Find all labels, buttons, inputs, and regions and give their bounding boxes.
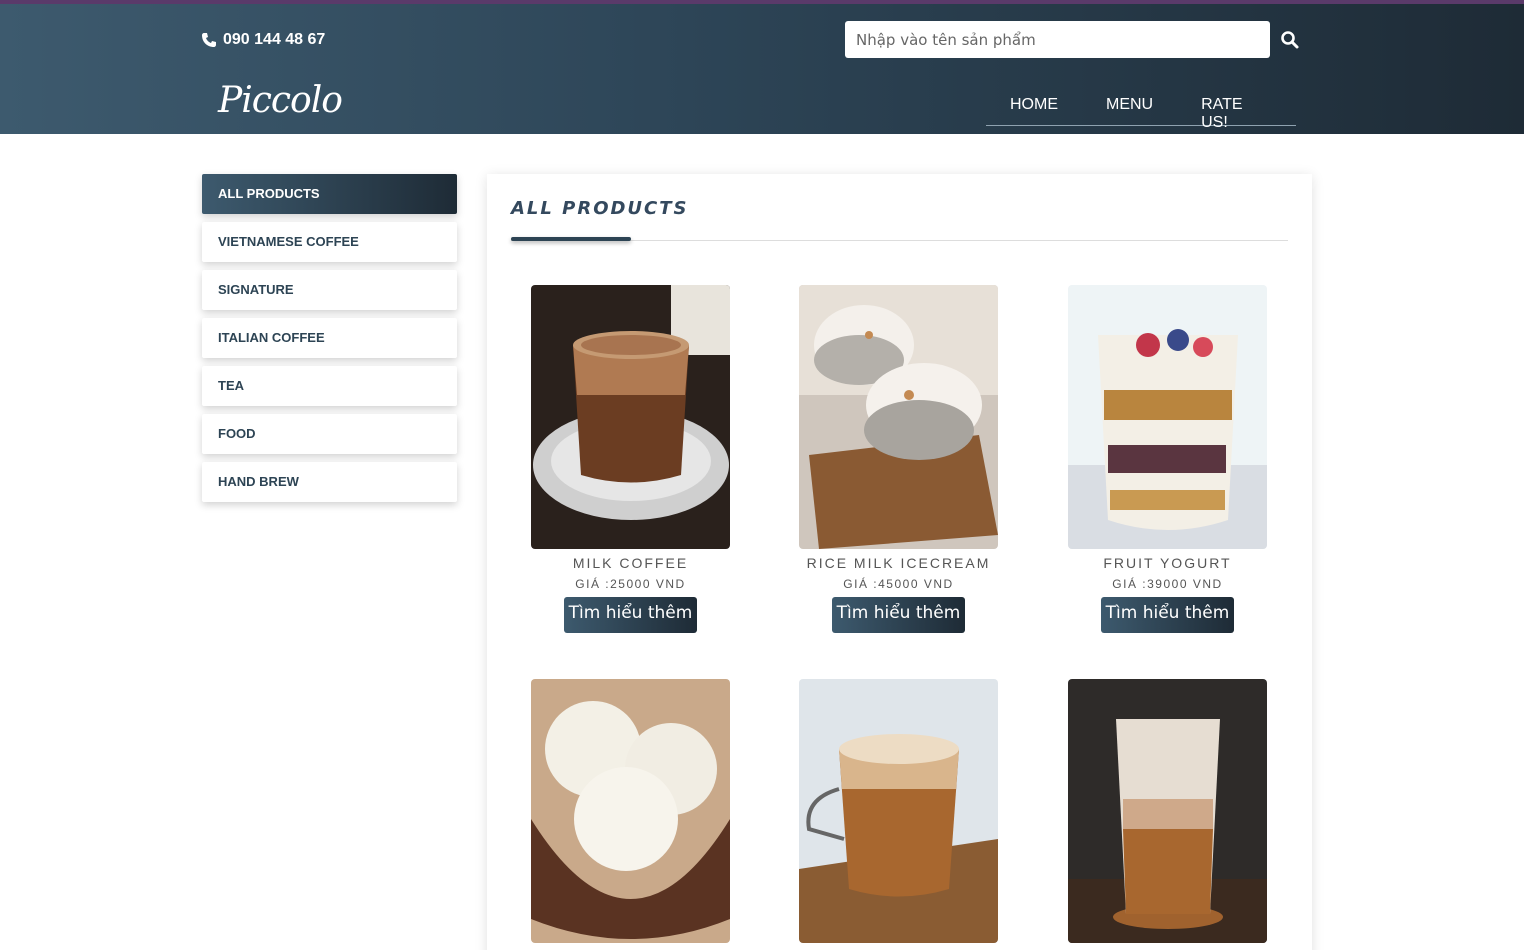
category-vietnamese-coffee[interactable]: VIETNAMESE COFFEE [202, 222, 457, 262]
main-nav: HOME MENU RATE US! [986, 88, 1296, 131]
page-title: ALL PRODUCTS [511, 198, 689, 219]
product-price: GIÁ :25000 VND [575, 577, 686, 591]
category-food[interactable]: FOOD [202, 414, 457, 454]
nav-rate-us[interactable]: RATE US! [1177, 88, 1296, 131]
product-price: GIÁ :39000 VND [1112, 577, 1223, 591]
phone-icon [202, 33, 216, 47]
category-tea[interactable]: TEA [202, 366, 457, 406]
product-card [799, 679, 998, 943]
category-hand-brew[interactable]: HAND BREW [202, 462, 457, 502]
product-price: GIÁ :45000 VND [843, 577, 954, 591]
phone-number: 090 144 48 67 [223, 31, 326, 48]
search-icon [1281, 31, 1299, 49]
product-name: RICE MILK ICECREAM [806, 555, 991, 571]
category-sidebar: ALL PRODUCTS VIETNAMESE COFFEE SIGNATURE… [202, 174, 457, 510]
product-card: FRUIT YOGURT GIÁ :39000 VND Tìm hiểu thê… [1068, 285, 1267, 633]
learn-more-button[interactable]: Tìm hiểu thêm [563, 597, 698, 633]
product-card: RICE MILK ICECREAM GIÁ :45000 VND Tìm hi… [799, 285, 998, 633]
title-accent-bar [511, 237, 631, 241]
product-card [531, 679, 730, 943]
milk-coffee-photo[interactable] [531, 285, 730, 549]
search-button[interactable] [1280, 30, 1300, 50]
iced-milk-coffee-photo[interactable] [1068, 679, 1267, 943]
learn-more-button[interactable]: Tìm hiểu thêm [1100, 597, 1235, 633]
site-logo[interactable]: Piccolo [218, 80, 343, 121]
search-input[interactable] [845, 21, 1270, 58]
fruit-yogurt-photo[interactable] [1068, 285, 1267, 549]
rice-milk-icecream-photo[interactable] [799, 285, 998, 549]
product-card [1068, 679, 1267, 943]
coconut-icecream-photo[interactable] [531, 679, 730, 943]
cappuccino-photo[interactable] [799, 679, 998, 943]
category-signature[interactable]: SIGNATURE [202, 270, 457, 310]
category-italian-coffee[interactable]: ITALIAN COFFEE [202, 318, 457, 358]
learn-more-button[interactable]: Tìm hiểu thêm [831, 597, 966, 633]
nav-menu[interactable]: MENU [1082, 88, 1177, 125]
site-header: 090 144 48 67 Piccolo HOME MENU RATE US! [0, 4, 1524, 134]
product-name: FRUIT YOGURT [1103, 555, 1232, 571]
product-panel: ALL PRODUCTS MILK COFFEE GIÁ :25000 VND … [487, 174, 1312, 950]
nav-home[interactable]: HOME [986, 88, 1082, 125]
product-name: MILK COFFEE [572, 555, 689, 571]
phone-contact[interactable]: 090 144 48 67 [201, 31, 325, 49]
category-all-products[interactable]: ALL PRODUCTS [202, 174, 457, 214]
product-card: MILK COFFEE GIÁ :25000 VND Tìm hiểu thêm [531, 285, 730, 633]
